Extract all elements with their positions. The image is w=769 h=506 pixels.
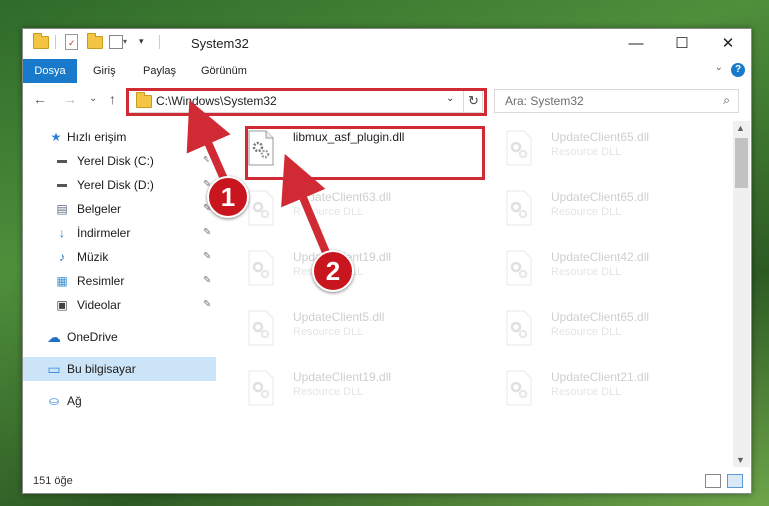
step-badge-2: 2	[312, 250, 354, 292]
arrow-2	[281, 153, 336, 265]
annotation-arrows	[186, 100, 336, 265]
step-badge-1: 1	[207, 176, 249, 218]
